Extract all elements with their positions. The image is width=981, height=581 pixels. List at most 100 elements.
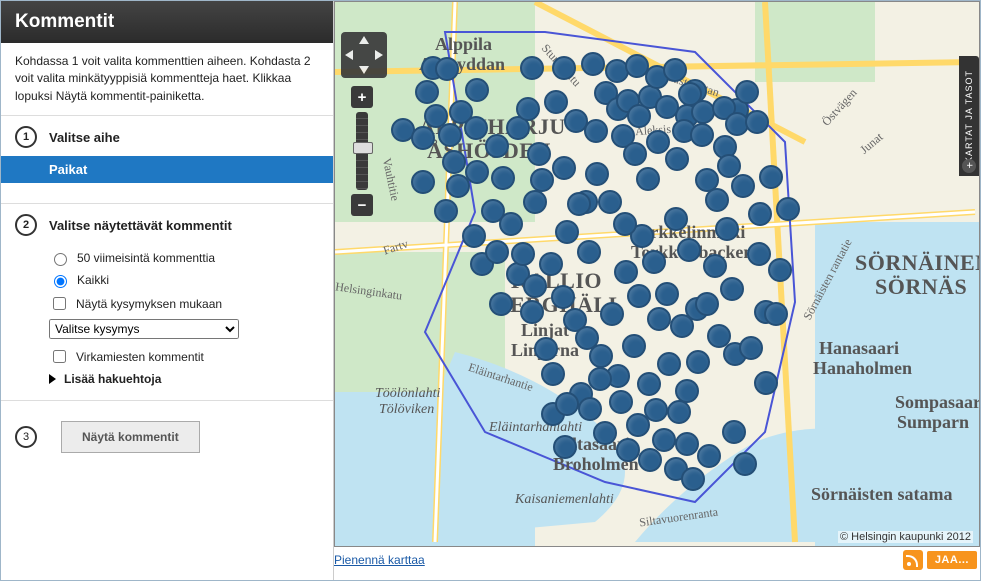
map-marker[interactable] xyxy=(438,123,462,147)
map-marker[interactable] xyxy=(555,220,579,244)
opt-officials[interactable]: Virkamiesten kommentit xyxy=(49,347,319,366)
check-officials[interactable] xyxy=(53,350,66,363)
map-marker[interactable] xyxy=(733,452,757,476)
map-marker[interactable] xyxy=(539,252,563,276)
map-marker[interactable] xyxy=(735,80,759,104)
map-marker[interactable] xyxy=(434,199,458,223)
map-marker[interactable] xyxy=(593,421,617,445)
map-marker[interactable] xyxy=(776,197,800,221)
map-marker[interactable] xyxy=(511,242,535,266)
map-marker[interactable] xyxy=(516,97,540,121)
map-marker[interactable] xyxy=(613,212,637,236)
map-marker[interactable] xyxy=(722,420,746,444)
map-marker[interactable] xyxy=(589,344,613,368)
map-marker[interactable] xyxy=(567,192,591,216)
map-marker[interactable] xyxy=(703,254,727,278)
radio-last50[interactable] xyxy=(54,253,67,266)
map-marker[interactable] xyxy=(499,212,523,236)
layers-tab[interactable]: + KARTAT JA TASOT xyxy=(959,56,979,176)
map-marker[interactable] xyxy=(627,284,651,308)
map-marker[interactable] xyxy=(588,367,612,391)
map-marker[interactable] xyxy=(646,130,670,154)
opt-all[interactable]: Kaikki xyxy=(49,272,319,288)
opt-by-question[interactable]: Näytä kysymyksen mukaan xyxy=(49,294,319,313)
map-marker[interactable] xyxy=(655,95,679,119)
map-marker[interactable] xyxy=(637,372,661,396)
map-marker[interactable] xyxy=(584,119,608,143)
map[interactable]: Alppila Alphyddan ALPPIHARJU ÅSHÖJDEN KA… xyxy=(334,1,980,547)
show-comments-button[interactable]: Näytä kommentit xyxy=(61,421,200,453)
map-marker[interactable] xyxy=(636,167,660,191)
map-marker[interactable] xyxy=(415,80,439,104)
map-marker[interactable] xyxy=(541,362,565,386)
map-marker[interactable] xyxy=(655,282,679,306)
zoom-slider[interactable] xyxy=(356,112,368,190)
map-marker[interactable] xyxy=(523,190,547,214)
pan-east-icon[interactable] xyxy=(375,50,383,60)
map-marker[interactable] xyxy=(465,160,489,184)
map-marker[interactable] xyxy=(622,334,646,358)
rss-icon[interactable] xyxy=(903,550,923,570)
shrink-map-link[interactable]: Pienennä karttaa xyxy=(334,553,425,567)
map-marker[interactable] xyxy=(652,428,676,452)
map-marker[interactable] xyxy=(435,57,459,81)
map-marker[interactable] xyxy=(577,240,601,264)
map-marker[interactable] xyxy=(534,337,558,361)
zoom-in-button[interactable]: + xyxy=(351,86,373,108)
map-marker[interactable] xyxy=(555,392,579,416)
map-marker[interactable] xyxy=(623,142,647,166)
map-marker[interactable] xyxy=(578,397,602,421)
map-marker[interactable] xyxy=(665,147,689,171)
map-marker[interactable] xyxy=(748,202,772,226)
map-marker[interactable] xyxy=(411,126,435,150)
zoom-handle[interactable] xyxy=(353,142,373,154)
map-marker[interactable] xyxy=(768,258,792,282)
map-marker[interactable] xyxy=(681,467,705,491)
pan-control[interactable] xyxy=(341,32,387,78)
map-marker[interactable] xyxy=(686,350,710,374)
share-button[interactable]: JAA... xyxy=(927,551,977,569)
map-marker[interactable] xyxy=(764,302,788,326)
map-marker[interactable] xyxy=(462,224,486,248)
pan-north-icon[interactable] xyxy=(359,36,369,44)
map-marker[interactable] xyxy=(411,170,435,194)
active-topic[interactable]: Paikat xyxy=(1,156,333,183)
map-marker[interactable] xyxy=(731,174,755,198)
opt-last50[interactable]: 50 viimeisintä kommenttia xyxy=(49,250,319,266)
map-marker[interactable] xyxy=(754,371,778,395)
map-marker[interactable] xyxy=(678,82,702,106)
map-marker[interactable] xyxy=(697,444,721,468)
map-marker[interactable] xyxy=(759,165,783,189)
map-marker[interactable] xyxy=(705,188,729,212)
map-marker[interactable] xyxy=(464,116,488,140)
map-marker[interactable] xyxy=(638,448,662,472)
map-marker[interactable] xyxy=(616,438,640,462)
map-marker[interactable] xyxy=(491,166,515,190)
pan-west-icon[interactable] xyxy=(345,50,353,60)
map-marker[interactable] xyxy=(530,168,554,192)
map-marker[interactable] xyxy=(715,217,739,241)
map-marker[interactable] xyxy=(747,242,771,266)
map-marker[interactable] xyxy=(657,352,681,376)
map-marker[interactable] xyxy=(695,292,719,316)
map-marker[interactable] xyxy=(739,336,763,360)
map-marker[interactable] xyxy=(667,400,691,424)
map-marker[interactable] xyxy=(664,207,688,231)
map-marker[interactable] xyxy=(551,285,575,309)
map-marker[interactable] xyxy=(677,238,701,262)
map-marker[interactable] xyxy=(690,123,714,147)
map-marker[interactable] xyxy=(520,300,544,324)
map-marker[interactable] xyxy=(598,190,622,214)
map-marker[interactable] xyxy=(647,307,671,331)
map-marker[interactable] xyxy=(553,435,577,459)
map-marker[interactable] xyxy=(581,52,605,76)
map-marker[interactable] xyxy=(523,274,547,298)
map-marker[interactable] xyxy=(745,110,769,134)
map-marker[interactable] xyxy=(585,162,609,186)
more-filters-toggle[interactable]: Lisää hakuehtoja xyxy=(49,372,319,386)
map-marker[interactable] xyxy=(465,78,489,102)
zoom-out-button[interactable]: − xyxy=(351,194,373,216)
map-marker[interactable] xyxy=(642,250,666,274)
map-marker[interactable] xyxy=(675,432,699,456)
question-select[interactable]: Valitse kysymys xyxy=(49,319,239,339)
